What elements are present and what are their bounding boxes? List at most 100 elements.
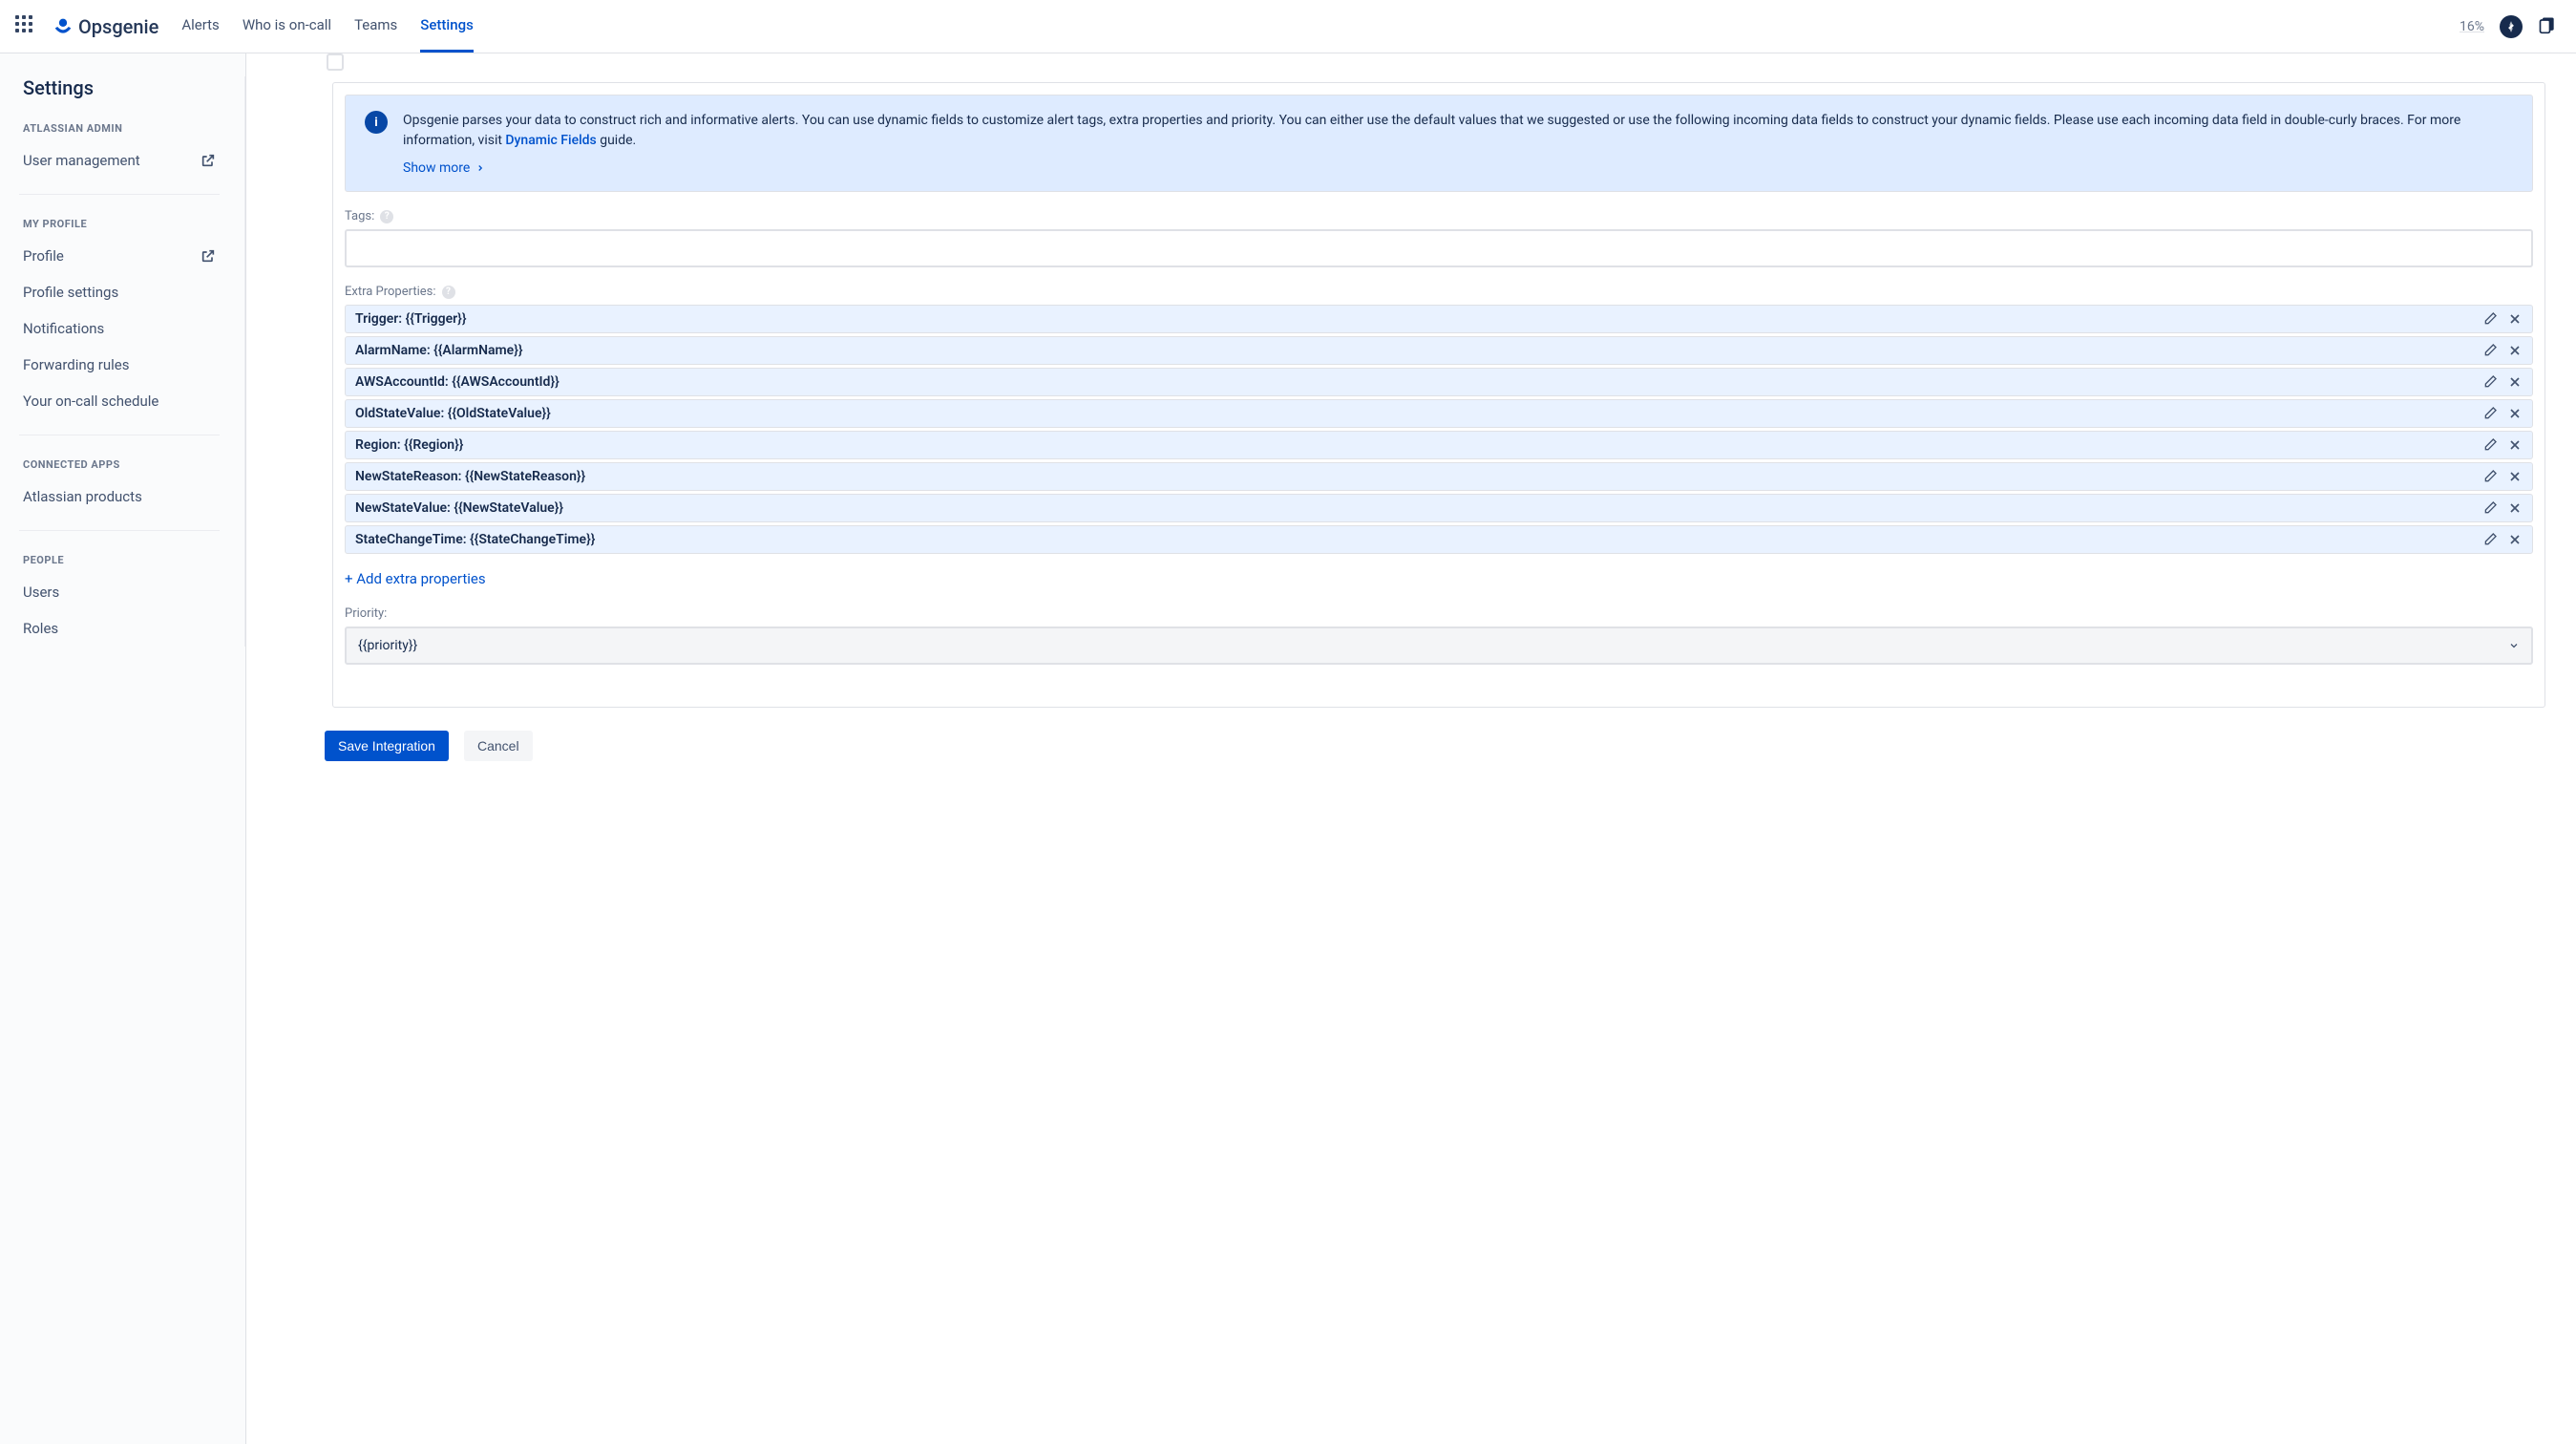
extra-property-row: AWSAccountId: {{AWSAccountId}} xyxy=(345,368,2533,396)
edit-icon[interactable] xyxy=(2482,406,2498,421)
show-more-button[interactable]: Show more xyxy=(403,160,2513,176)
sb-heading-atlassian-admin: ATLASSIAN ADMIN xyxy=(0,115,239,142)
percent-indicator[interactable]: 16% xyxy=(2460,19,2484,34)
priority-label: Priority: xyxy=(345,606,2533,621)
close-icon[interactable] xyxy=(2507,406,2523,421)
info-text: Opsgenie parses your data to construct r… xyxy=(403,111,2513,151)
extra-property-row: Trigger: {{Trigger}} xyxy=(345,305,2533,333)
tags-label: Tags: ? xyxy=(345,209,2533,223)
extra-properties-label: Extra Properties: ? xyxy=(345,285,2533,299)
info-text-pre: Opsgenie parses your data to construct r… xyxy=(403,113,2460,148)
cancel-button[interactable]: Cancel xyxy=(464,731,533,761)
sidebar-item-label: Roles xyxy=(23,620,58,637)
integration-card: i Opsgenie parses your data to construct… xyxy=(332,82,2545,708)
extra-property-actions xyxy=(2482,343,2523,358)
extra-property-actions xyxy=(2482,311,2523,327)
extra-property-text: NewStateValue: {{NewStateValue}} xyxy=(355,500,2482,516)
extra-property-actions xyxy=(2482,374,2523,390)
close-icon[interactable] xyxy=(2507,469,2523,484)
extra-property-text: AlarmName: {{AlarmName}} xyxy=(355,343,2482,358)
close-icon[interactable] xyxy=(2507,374,2523,390)
button-row: Save Integration Cancel xyxy=(325,731,2545,761)
extra-property-actions xyxy=(2482,406,2523,421)
extra-property-row: Region: {{Region}} xyxy=(345,431,2533,459)
edit-icon[interactable] xyxy=(2482,343,2498,358)
help-icon[interactable]: ? xyxy=(442,286,455,299)
sidebar-title: Settings xyxy=(0,76,239,115)
extra-property-row: OldStateValue: {{OldStateValue}} xyxy=(345,399,2533,428)
tags-input[interactable] xyxy=(345,229,2533,267)
chevron-right-icon xyxy=(475,163,485,173)
sidebar: Settings ATLASSIAN ADMIN User management… xyxy=(0,53,246,1444)
sidebar-item-label: Notifications xyxy=(23,320,104,337)
close-icon[interactable] xyxy=(2507,311,2523,327)
help-icon[interactable]: ? xyxy=(380,210,393,223)
sidebar-item-roles[interactable]: Roles xyxy=(0,610,239,647)
extra-property-actions xyxy=(2482,437,2523,453)
priority-select[interactable]: {{priority}} xyxy=(345,626,2533,665)
extra-property-row: StateChangeTime: {{StateChangeTime}} xyxy=(345,525,2533,554)
sidebar-item-your-on-call-schedule[interactable]: Your on-call schedule xyxy=(0,383,239,419)
opsgenie-logo-icon xyxy=(53,17,73,36)
top-header: Opsgenie Alerts Who is on-call Teams Set… xyxy=(0,0,2576,53)
sb-heading-connected-apps: CONNECTED APPS xyxy=(0,451,239,478)
sidebar-item-user-management[interactable]: User management xyxy=(0,142,239,179)
external-link-icon xyxy=(201,248,216,264)
save-integration-button[interactable]: Save Integration xyxy=(325,731,449,761)
edit-icon[interactable] xyxy=(2482,374,2498,390)
checkbox[interactable] xyxy=(327,53,344,71)
info-banner: i Opsgenie parses your data to construct… xyxy=(345,95,2533,192)
divider xyxy=(19,194,220,195)
nav-alerts[interactable]: Alerts xyxy=(181,0,220,53)
close-icon[interactable] xyxy=(2507,437,2523,453)
sidebar-item-label: Profile settings xyxy=(23,284,118,301)
extra-properties-list: Trigger: {{Trigger}} AlarmName: {{AlarmNa… xyxy=(345,305,2533,554)
extra-property-text: NewStateReason: {{NewStateReason}} xyxy=(355,469,2482,484)
extra-property-text: OldStateValue: {{OldStateValue}} xyxy=(355,406,2482,421)
edit-icon[interactable] xyxy=(2482,500,2498,516)
extra-property-actions xyxy=(2482,469,2523,484)
sidebar-item-label: Your on-call schedule xyxy=(23,393,158,410)
nav-who-on-call[interactable]: Who is on-call xyxy=(243,0,331,53)
external-link-icon xyxy=(201,153,216,168)
compass-icon[interactable] xyxy=(2500,15,2523,38)
sidebar-item-label: Atlassian products xyxy=(23,488,142,505)
show-more-label: Show more xyxy=(403,160,470,176)
sidebar-item-notifications[interactable]: Notifications xyxy=(0,310,239,347)
main-content: i Opsgenie parses your data to construct… xyxy=(246,53,2576,1444)
sidebar-item-forwarding-rules[interactable]: Forwarding rules xyxy=(0,347,239,383)
divider xyxy=(19,530,220,531)
logo-text: Opsgenie xyxy=(78,15,158,38)
close-icon[interactable] xyxy=(2507,532,2523,547)
sidebar-item-profile-settings[interactable]: Profile settings xyxy=(0,274,239,310)
nav-teams[interactable]: Teams xyxy=(354,0,397,53)
sidebar-item-label: Profile xyxy=(23,247,64,265)
extra-property-text: StateChangeTime: {{StateChangeTime}} xyxy=(355,532,2482,547)
sb-heading-my-profile: MY PROFILE xyxy=(0,210,239,238)
notes-icon[interactable] xyxy=(2538,15,2561,38)
add-extra-properties-link[interactable]: + Add extra properties xyxy=(345,570,486,587)
sidebar-item-users[interactable]: Users xyxy=(0,574,239,610)
close-icon[interactable] xyxy=(2507,343,2523,358)
close-icon[interactable] xyxy=(2507,500,2523,516)
edit-icon[interactable] xyxy=(2482,532,2498,547)
extra-property-text: AWSAccountId: {{AWSAccountId}} xyxy=(355,374,2482,390)
sidebar-item-profile[interactable]: Profile xyxy=(0,238,239,274)
extra-property-actions xyxy=(2482,500,2523,516)
sidebar-item-atlassian-products[interactable]: Atlassian products xyxy=(0,478,239,515)
chevron-down-icon xyxy=(2508,640,2520,651)
logo[interactable]: Opsgenie xyxy=(53,15,158,38)
nav-settings[interactable]: Settings xyxy=(420,0,474,53)
extra-property-row: NewStateReason: {{NewStateReason}} xyxy=(345,462,2533,491)
extra-property-text: Region: {{Region}} xyxy=(355,437,2482,453)
extra-property-row: NewStateValue: {{NewStateValue}} xyxy=(345,494,2533,522)
header-right: 16% xyxy=(2460,15,2561,38)
edit-icon[interactable] xyxy=(2482,437,2498,453)
dynamic-fields-link[interactable]: Dynamic Fields xyxy=(505,133,596,148)
edit-icon[interactable] xyxy=(2482,469,2498,484)
sb-heading-people: PEOPLE xyxy=(0,546,239,574)
edit-icon[interactable] xyxy=(2482,311,2498,327)
extra-property-actions xyxy=(2482,532,2523,547)
sidebar-item-label: Forwarding rules xyxy=(23,356,130,373)
app-switcher-icon[interactable] xyxy=(15,15,38,38)
